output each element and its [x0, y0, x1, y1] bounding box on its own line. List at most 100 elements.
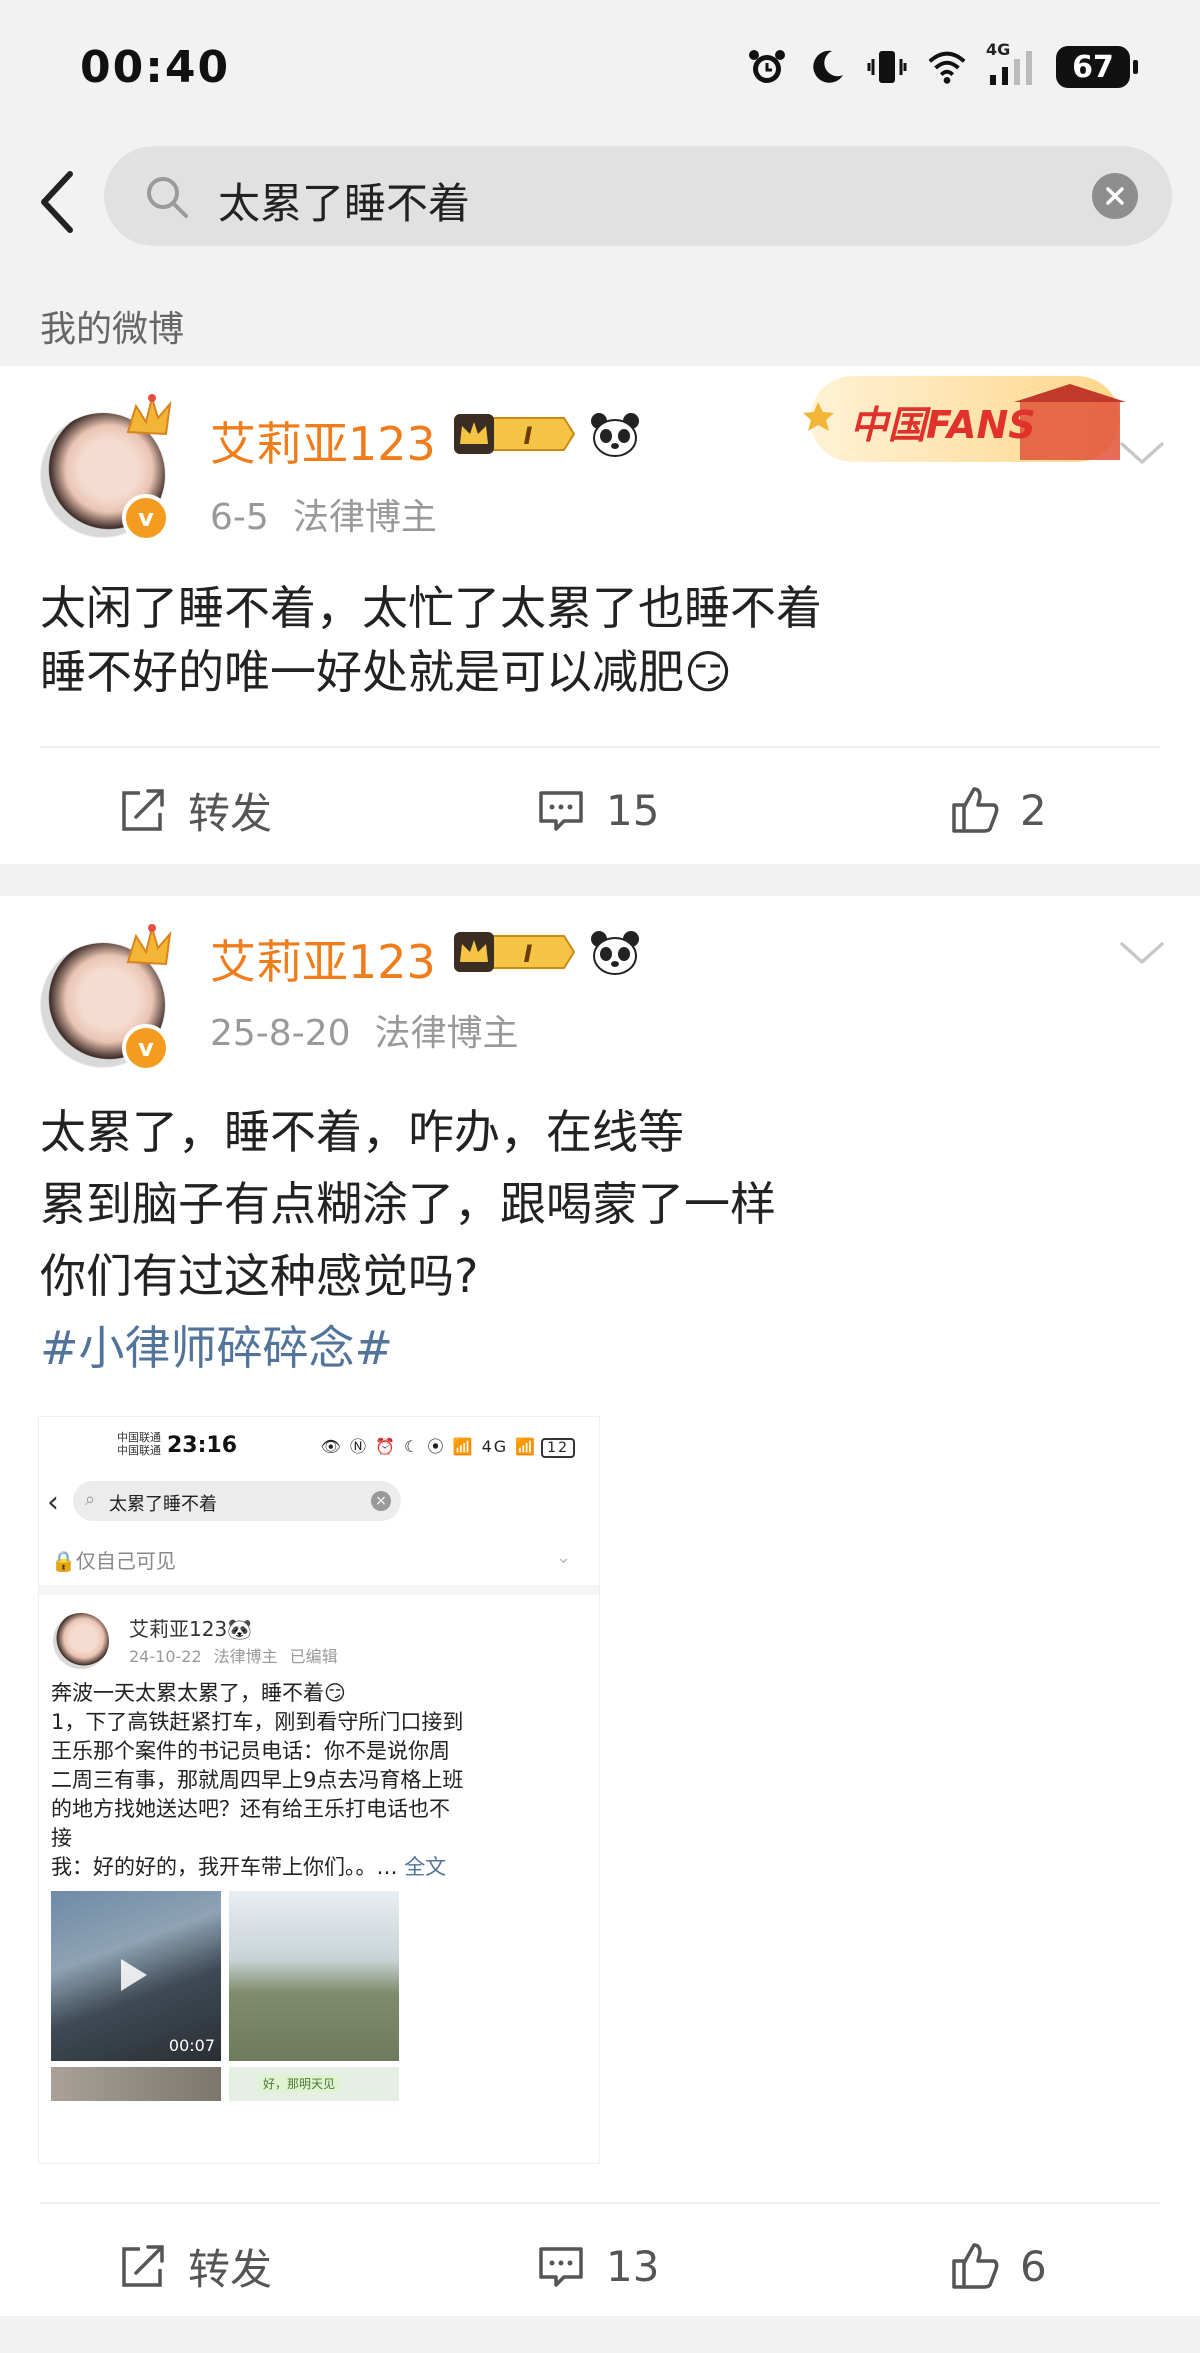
- post-role: 法律博主: [292, 497, 437, 538]
- post-role: 法律博主: [374, 1013, 519, 1054]
- panda-icon: [591, 931, 639, 975]
- post-card[interactable]: v 艾莉亚123 I 6-5 法律博主 中国FANS 太闲了睡不着，太忙了太累了也…: [0, 366, 1200, 864]
- embedded-chevron-down-icon: ⌄: [555, 1547, 571, 1568]
- post-line: 太累了，睡不着，咋办，在线等: [40, 1105, 684, 1159]
- repost-icon: [122, 789, 164, 831]
- video-duration: 00:07: [168, 2036, 215, 2055]
- network-type: 4G: [986, 40, 1011, 59]
- svg-text:I: I: [524, 940, 533, 968]
- comment-button[interactable]: 13: [536, 2226, 659, 2306]
- repost-label: 转发: [188, 2244, 273, 2294]
- section-label: 我的微博: [40, 309, 185, 350]
- action-bar: 转发 15 2: [0, 770, 1200, 850]
- post-card[interactable]: v 艾莉亚123 I 25-8-20 法律博主 太累了，睡不着，咋办，在线等 累到…: [0, 896, 1200, 2316]
- horse-decoration-icon: [126, 394, 172, 436]
- embedded-line: 1，下了高铁赶紧打车，刚到看守所门口接到: [51, 1710, 464, 1734]
- embedded-photo-thumbnail: [51, 2067, 221, 2101]
- clear-search-button[interactable]: [1092, 173, 1138, 219]
- embedded-line: 的地方找她送达吧？还有给王乐打电话也不: [51, 1797, 450, 1821]
- comment-count: 13: [606, 2241, 660, 2291]
- vip-badge-icon: I: [454, 414, 576, 454]
- china-fans-banner[interactable]: 中国FANS: [800, 366, 1140, 466]
- thumb-caption: 好，那明天见: [259, 2075, 340, 2092]
- embedded-line: 我：好的好的，我开车带上你们。。… 全文: [51, 1853, 587, 1882]
- back-button[interactable]: [26, 162, 86, 242]
- embedded-status-bar: 中国联通 中国联通 23:16 👁 Ⓝ ⏰ ☾ ⦿ 📶 4G 📶 12: [39, 1417, 599, 1473]
- embedded-screenshot[interactable]: 中国联通 中国联通 23:16 👁 Ⓝ ⏰ ☾ ⦿ 📶 4G 📶 12 ‹ ⌕ 太…: [38, 1416, 600, 2164]
- like-button[interactable]: 6: [950, 2226, 1047, 2306]
- panda-icon: [591, 413, 639, 457]
- verified-badge: v: [122, 494, 170, 542]
- comment-icon: [539, 2247, 583, 2287]
- carrier-label: 中国联通: [117, 1444, 161, 1457]
- post-date: 25-8-20: [210, 1013, 351, 1054]
- topic-link[interactable]: #小律师碎碎念#: [40, 1312, 776, 1384]
- embedded-carrier: 中国联通 中国联通: [117, 1431, 161, 1457]
- divider: [40, 2202, 1160, 2204]
- post-line: 累到脑子有点糊涂了，跟喝蒙了一样: [40, 1177, 776, 1231]
- thumbs-up-icon: [952, 2243, 999, 2289]
- search-icon: [147, 177, 188, 218]
- post-line: 睡不好的唯一好处就是可以减肥😏: [40, 645, 732, 699]
- embedded-role: 法律博主: [213, 1647, 278, 1666]
- embedded-separator: [39, 1585, 599, 1595]
- action-bar: 转发 13 6: [0, 2226, 1200, 2306]
- avatar[interactable]: v: [40, 394, 174, 546]
- close-icon: [1106, 187, 1124, 205]
- horse-decoration-icon: [126, 924, 172, 966]
- thumbs-up-icon: [952, 787, 999, 833]
- post-meta: 6-5 法律博主: [210, 488, 461, 540]
- embedded-search-row: ‹ ⌕ 太累了睡不着 ×: [39, 1473, 599, 1533]
- chevron-down-icon[interactable]: [1118, 438, 1166, 468]
- post-body: 太累了，睡不着，咋办，在线等 累到脑子有点糊涂了，跟喝蒙了一样 你们有过这种感觉…: [40, 1096, 776, 1384]
- embedded-line: 接: [51, 1826, 72, 1850]
- svg-text:I: I: [524, 422, 533, 450]
- embedded-search-query: 太累了睡不着: [109, 1494, 217, 1515]
- username[interactable]: 艾莉亚123: [210, 926, 436, 992]
- embedded-line: 奔波一天太累太累了，睡不着😏: [51, 1681, 346, 1705]
- status-icons: 4G 67: [746, 40, 1138, 88]
- vibrate-icon: [866, 46, 908, 88]
- embedded-post-body: 奔波一天太累太累了，睡不着😏 1，下了高铁赶紧打车，刚到看守所门口接到 王乐那个…: [51, 1679, 587, 1882]
- search-query: 太累了睡不着: [218, 179, 471, 228]
- repost-icon: [122, 2245, 164, 2287]
- visibility-label: 仅自己可见: [75, 1549, 176, 1573]
- status-time: 00:40: [80, 42, 231, 93]
- like-count: 2: [1020, 785, 1047, 835]
- chevron-left-icon: [41, 171, 73, 233]
- avatar[interactable]: v: [40, 924, 174, 1076]
- wifi-icon: [926, 46, 968, 88]
- embedded-back-icon: ‹: [47, 1485, 59, 1520]
- alarm-icon: [746, 46, 788, 88]
- embedded-search-box: ⌕ 太累了睡不着 ×: [73, 1481, 401, 1521]
- comment-icon: [539, 791, 583, 831]
- search-row: 太累了睡不着: [0, 140, 1200, 265]
- repost-button[interactable]: 转发: [118, 770, 272, 850]
- post-line: 你们有过这种感觉吗?: [40, 1249, 479, 1303]
- embedded-edited: 已编辑: [289, 1647, 338, 1666]
- comment-button[interactable]: 15: [536, 770, 659, 850]
- embedded-line: 二周三有事，那就周四早上9点去冯育格上班: [51, 1768, 464, 1792]
- post-date: 6-5: [210, 497, 269, 538]
- play-icon: [121, 1959, 147, 1991]
- search-input[interactable]: 太累了睡不着: [104, 146, 1172, 246]
- embedded-battery-icon: 12: [541, 1438, 575, 1458]
- embedded-status-icons: 👁 Ⓝ ⏰ ☾ ⦿ 📶 4G 📶 12: [321, 1433, 575, 1458]
- embedded-icons-text: 👁 Ⓝ ⏰ ☾ ⦿ 📶 4G 📶: [320, 1437, 538, 1456]
- like-button[interactable]: 2: [950, 770, 1047, 850]
- repost-button[interactable]: 转发: [118, 2226, 272, 2306]
- status-bar: 00:40 4G 67: [0, 0, 1200, 140]
- embedded-date: 24-10-22: [129, 1647, 202, 1666]
- username[interactable]: 艾莉亚123: [210, 408, 436, 474]
- embedded-line: 王乐那个案件的书记员电话：你不是说你周: [51, 1739, 450, 1763]
- carrier-label: 中国联通: [117, 1431, 161, 1444]
- embedded-video-thumbnail: 00:07: [51, 1891, 221, 2061]
- comment-count: 15: [606, 785, 660, 835]
- verified-badge: v: [122, 1024, 170, 1072]
- vip-badge-icon: I: [454, 932, 576, 972]
- chevron-down-icon[interactable]: [1118, 938, 1166, 968]
- post-body: 太闲了睡不着，太忙了太累了也睡不着 睡不好的唯一好处就是可以减肥😏: [40, 576, 822, 704]
- embedded-avatar: [53, 1613, 109, 1669]
- svg-text:中国FANS: 中国FANS: [850, 403, 1036, 447]
- battery-icon: 67: [1056, 46, 1138, 88]
